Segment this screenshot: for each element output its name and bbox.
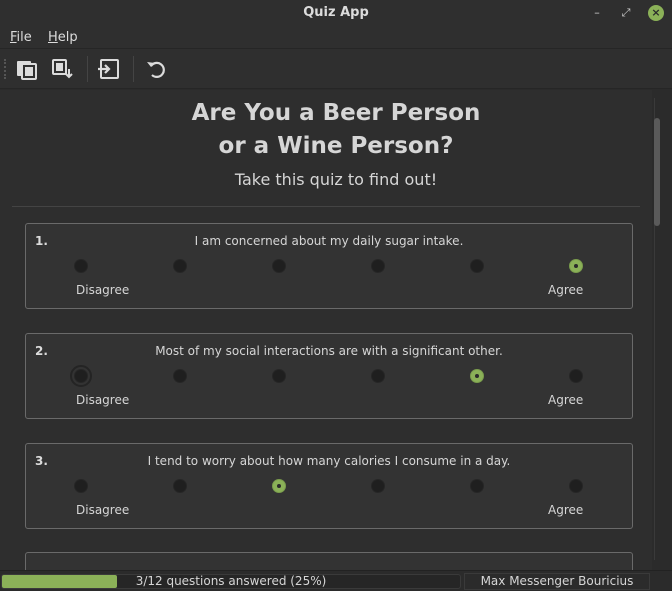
export-icon[interactable]	[97, 57, 121, 81]
menu-bar: File Help	[0, 27, 672, 49]
quiz-title-line1: Are You a Beer Person	[191, 100, 481, 126]
scale-max-label: Agree	[548, 283, 584, 297]
menu-help-label: elp	[57, 30, 78, 45]
question-text: Most of my social interactions are with …	[155, 344, 503, 358]
scrollbar-thumb[interactable]	[654, 118, 660, 226]
toolbar-separator	[133, 56, 134, 82]
scale-max-label: Agree	[548, 393, 584, 407]
window-title: Quiz App	[303, 5, 369, 20]
question-card: 1. I am concerned about my daily sugar in…	[25, 223, 633, 309]
question-text: I am concerned about my daily sugar inta…	[194, 234, 464, 248]
menu-help[interactable]: Help	[48, 30, 78, 45]
answer-radio-1[interactable]	[74, 479, 88, 493]
scale-min-label: Disagree	[76, 283, 130, 297]
answer-radio-1[interactable]	[74, 259, 88, 273]
close-icon[interactable]: ×	[648, 5, 664, 21]
answer-radio-5[interactable]	[470, 369, 484, 383]
scale-max-label: Agree	[548, 503, 584, 517]
question-card: 3. I tend to worry about how many calorie…	[25, 443, 633, 529]
menu-file-label: ile	[16, 30, 32, 45]
answer-radio-3[interactable]	[272, 259, 286, 273]
menu-file[interactable]: File	[10, 30, 32, 45]
toolbar-separator	[87, 56, 88, 82]
toolbar-grip[interactable]	[4, 59, 7, 79]
quiz-subtitle: Take this quiz to find out!	[234, 170, 438, 189]
reset-icon[interactable]	[144, 57, 168, 81]
toolbar	[0, 49, 672, 89]
quiz-content: Are You a Beer Person or a Wine Person? …	[0, 90, 652, 570]
answer-radio-4[interactable]	[371, 479, 385, 493]
question-card: 2. Most of my social interactions are wit…	[25, 333, 633, 419]
answer-radio-2[interactable]	[173, 259, 187, 273]
new-quiz-icon[interactable]	[15, 57, 39, 81]
answer-radio-3[interactable]	[272, 369, 286, 383]
progress-text: 3/12 questions answered (25%)	[135, 574, 327, 588]
answer-radio-6[interactable]	[569, 479, 583, 493]
scale-min-label: Disagree	[76, 503, 130, 517]
answer-radio-6[interactable]	[569, 369, 583, 383]
answer-radio-6[interactable]	[569, 259, 583, 273]
progress-bar: 3/12 questions answered (25%)	[1, 574, 461, 589]
title-divider	[12, 206, 640, 207]
status-bar: 3/12 questions answered (25%) Max Messen…	[0, 570, 672, 591]
answer-radio-5[interactable]	[470, 259, 484, 273]
answer-radio-2[interactable]	[173, 479, 187, 493]
answer-radio-5[interactable]	[470, 479, 484, 493]
save-quiz-icon[interactable]	[51, 57, 75, 81]
minimize-icon[interactable]: –	[589, 5, 605, 21]
answer-radio-3[interactable]	[272, 479, 286, 493]
question-text: I tend to worry about how many calories …	[147, 454, 511, 468]
title-bar: Quiz App – ⤢ ×	[0, 0, 672, 27]
maximize-icon[interactable]: ⤢	[618, 5, 634, 21]
answer-radio-2[interactable]	[173, 369, 187, 383]
menu-help-mnemonic: H	[48, 30, 58, 45]
vertical-scrollbar[interactable]	[652, 98, 666, 560]
answer-radio-1[interactable]	[70, 365, 92, 387]
credit-label: Max Messenger Bouricius 2017	[464, 573, 650, 591]
quiz-title-line2: or a Wine Person?	[218, 133, 454, 159]
answer-radio-4[interactable]	[371, 259, 385, 273]
answer-radio-4[interactable]	[371, 369, 385, 383]
scale-min-label: Disagree	[76, 393, 130, 407]
question-card-partial	[25, 552, 633, 570]
